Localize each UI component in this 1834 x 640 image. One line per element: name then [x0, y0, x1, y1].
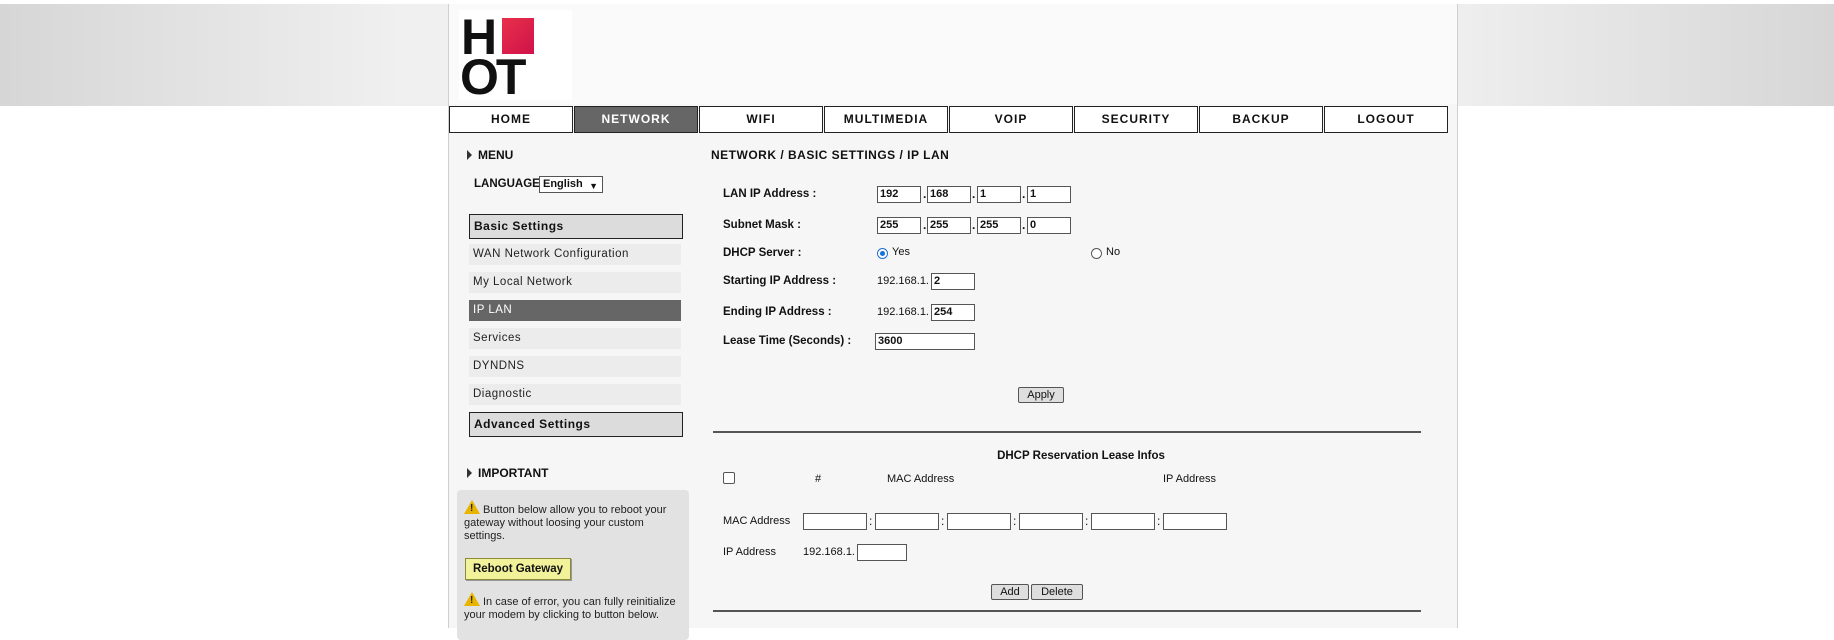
sidebar-item-services[interactable]: Services: [469, 328, 681, 349]
dot-separator: .: [1022, 218, 1026, 232]
lease-time-input[interactable]: 3600: [875, 333, 975, 350]
sidebar-item-wan[interactable]: WAN Network Configuration: [469, 244, 681, 265]
dot-separator: .: [972, 218, 976, 232]
sidebar: MENU LANGUAGE English ▼ Basic Settings W…: [449, 144, 699, 640]
reservation-ip-input[interactable]: [857, 544, 907, 561]
start-ip-label: Starting IP Address :: [723, 275, 837, 287]
hot-logo[interactable]: H OT: [459, 10, 572, 105]
dot-separator: .: [923, 218, 927, 232]
reservation-ip-prefix: 192.168.1.: [803, 546, 855, 558]
reboot-info: ! Button below allow you to reboot your g…: [464, 500, 686, 543]
sidebar-item-diagnostic[interactable]: Diagnostic: [469, 384, 681, 405]
router-page: H OT HOME NETWORK WIFI MULTIMEDIA VOIP S…: [448, 4, 1458, 640]
add-button[interactable]: Add: [991, 584, 1029, 600]
language-select[interactable]: English ▼: [539, 176, 603, 193]
reset-info: ! In case of error, you can fully reiniti…: [464, 592, 686, 622]
language-value: English: [543, 178, 583, 190]
lan-ip-octet-2[interactable]: 168: [927, 186, 971, 203]
reboot-gateway-button[interactable]: Reboot Gateway: [465, 558, 571, 580]
mac-octet-1[interactable]: [803, 513, 867, 530]
nav-wifi[interactable]: WIFI: [699, 106, 823, 133]
expand-arrow-icon: [467, 150, 472, 160]
nav-home[interactable]: HOME: [449, 106, 573, 133]
end-ip-label: Ending IP Address :: [723, 306, 832, 318]
col-mac-header: MAC Address: [887, 473, 955, 485]
mac-octet-2[interactable]: [875, 513, 939, 530]
advanced-settings-header[interactable]: Advanced Settings: [469, 412, 683, 437]
menu-label: MENU: [478, 148, 514, 162]
lan-ip-octet-3[interactable]: 1: [977, 186, 1021, 203]
dhcp-no-label: No: [1106, 246, 1121, 258]
col-ip-header: IP Address: [1163, 473, 1216, 485]
apply-button[interactable]: Apply: [1018, 387, 1064, 403]
subnet-octet-2[interactable]: 255: [927, 217, 971, 234]
lease-time-label: Lease Time (Seconds) :: [723, 335, 852, 347]
nav-network[interactable]: NETWORK: [574, 106, 698, 133]
start-ip-input[interactable]: 2: [931, 273, 975, 290]
subnet-octet-4[interactable]: 0: [1027, 217, 1071, 234]
reboot-info-text: Button below allow you to reboot your ga…: [464, 504, 667, 542]
subnet-label: Subnet Mask :: [723, 219, 801, 231]
delete-button[interactable]: Delete: [1031, 584, 1083, 600]
nav-security[interactable]: SECURITY: [1074, 106, 1198, 133]
colon-separator: :: [1085, 514, 1089, 528]
subnet-octet-3[interactable]: 255: [977, 217, 1021, 234]
start-ip-prefix: 192.168.1.: [877, 275, 929, 287]
header: H OT: [449, 4, 1457, 104]
nav-voip[interactable]: VOIP: [949, 106, 1073, 133]
subnet-octet-1[interactable]: 255: [877, 217, 921, 234]
colon-separator: :: [869, 514, 873, 528]
logo-letters-ot: OT: [460, 49, 526, 105]
important-box: ! Button below allow you to reboot your g…: [457, 490, 689, 640]
language-label: LANGUAGE: [474, 178, 540, 190]
colon-separator: :: [941, 514, 945, 528]
dhcp-no-radio[interactable]: [1091, 248, 1102, 259]
mac-octet-3[interactable]: [947, 513, 1011, 530]
main-content: NETWORK / BASIC SETTINGS / IP LAN LAN IP…: [711, 144, 1451, 628]
colon-separator: :: [1157, 514, 1161, 528]
chevron-down-icon: ▼: [589, 181, 598, 191]
sidebar-item-ip-lan[interactable]: IP LAN: [469, 300, 681, 321]
end-ip-input[interactable]: 254: [931, 304, 975, 321]
basic-settings-header[interactable]: Basic Settings: [469, 214, 683, 239]
lan-ip-octet-4[interactable]: 1: [1027, 186, 1071, 203]
breadcrumb: NETWORK / BASIC SETTINGS / IP LAN: [711, 148, 950, 162]
end-ip-prefix: 192.168.1.: [877, 306, 929, 318]
select-all-checkbox[interactable]: [723, 472, 735, 484]
dhcp-yes-radio[interactable]: [877, 248, 888, 259]
col-number-header: #: [815, 473, 822, 485]
important-label: IMPORTANT: [478, 466, 549, 480]
important-heading[interactable]: IMPORTANT: [467, 466, 548, 480]
nav-logout[interactable]: LOGOUT: [1324, 106, 1448, 133]
top-nav: HOME NETWORK WIFI MULTIMEDIA VOIP SECURI…: [449, 106, 1449, 136]
expand-arrow-icon: [467, 468, 472, 478]
mac-octet-6[interactable]: [1163, 513, 1227, 530]
mac-octet-4[interactable]: [1019, 513, 1083, 530]
nav-backup[interactable]: BACKUP: [1199, 106, 1323, 133]
sidebar-item-dyndns[interactable]: DYNDNS: [469, 356, 681, 377]
dhcp-label: DHCP Server :: [723, 247, 802, 259]
warning-icon: !: [464, 592, 480, 606]
warning-icon: !: [464, 500, 480, 514]
colon-separator: :: [1013, 514, 1017, 528]
lan-ip-label: LAN IP Address :: [723, 188, 817, 200]
reset-info-text: In case of error, you can fully reinitia…: [464, 596, 676, 621]
mac-octet-5[interactable]: [1091, 513, 1155, 530]
mac-address-label: MAC Address: [723, 515, 791, 527]
dot-separator: .: [972, 187, 976, 201]
dot-separator: .: [1022, 187, 1026, 201]
divider: [713, 610, 1421, 612]
reservation-title: DHCP Reservation Lease Infos: [997, 450, 1165, 462]
ip-address-label: IP Address: [723, 546, 776, 558]
sidebar-item-local-network[interactable]: My Local Network: [469, 272, 681, 293]
dot-separator: .: [923, 187, 927, 201]
lan-ip-octet-1[interactable]: 192: [877, 186, 921, 203]
nav-multimedia[interactable]: MULTIMEDIA: [824, 106, 948, 133]
dhcp-yes-label: Yes: [892, 246, 910, 258]
divider: [713, 431, 1421, 433]
menu-heading[interactable]: MENU: [467, 148, 513, 162]
